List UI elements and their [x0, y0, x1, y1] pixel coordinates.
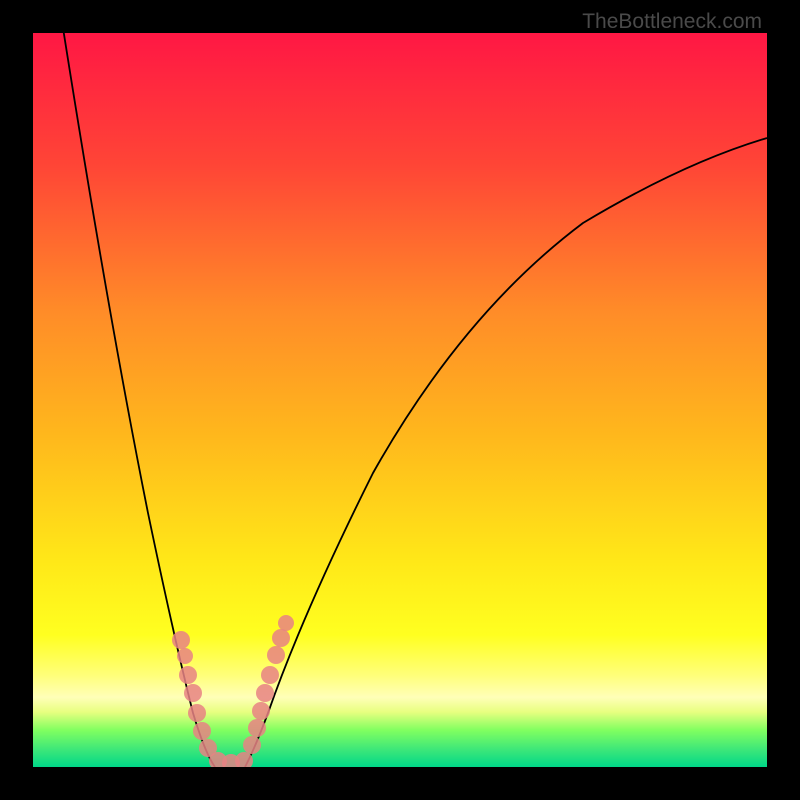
- data-point: [193, 722, 211, 740]
- right-curve: [245, 138, 767, 767]
- data-point: [256, 684, 274, 702]
- chart-area: [33, 33, 767, 767]
- watermark-text: TheBottleneck.com: [582, 10, 762, 34]
- data-point: [261, 666, 279, 684]
- data-point: [267, 646, 285, 664]
- data-point: [243, 736, 261, 754]
- data-point: [272, 629, 290, 647]
- data-point: [248, 719, 266, 737]
- data-point: [179, 666, 197, 684]
- data-point: [252, 702, 270, 720]
- data-point: [177, 648, 193, 664]
- data-point: [188, 704, 206, 722]
- data-point: [172, 631, 190, 649]
- data-point: [184, 684, 202, 702]
- curves-layer: [33, 33, 767, 767]
- data-point: [278, 615, 294, 631]
